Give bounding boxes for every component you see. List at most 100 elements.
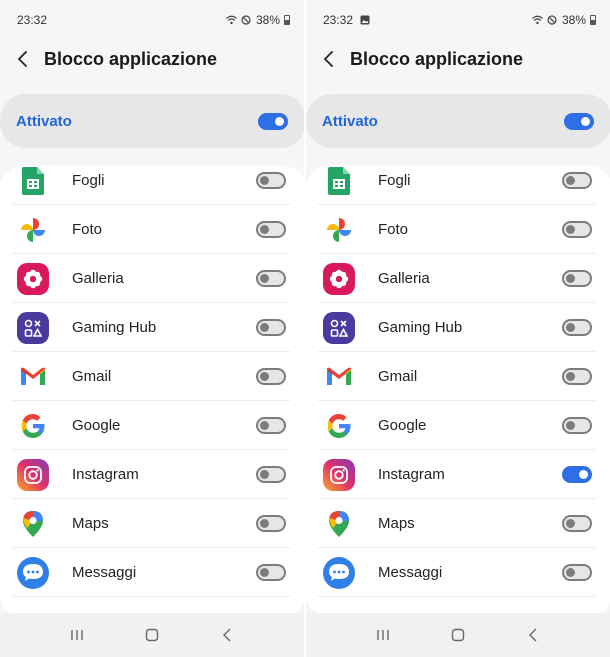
nav-back-icon bbox=[528, 628, 537, 642]
app-row-fogli[interactable]: Fogli bbox=[0, 166, 304, 205]
toggle-google[interactable] bbox=[256, 417, 286, 434]
app-row-foto[interactable]: Foto bbox=[306, 205, 610, 254]
navigation-bar bbox=[306, 613, 610, 657]
gaming-hub-icon bbox=[17, 311, 49, 344]
app-name: Fogli bbox=[378, 172, 411, 189]
toggle-foto[interactable] bbox=[256, 221, 286, 238]
toggle-maps[interactable] bbox=[256, 515, 286, 532]
toggle-galleria[interactable] bbox=[562, 270, 592, 287]
back-button[interactable] bbox=[5, 41, 41, 77]
app-row-google[interactable]: Google bbox=[306, 401, 610, 450]
app-row-gaming-hub[interactable]: Gaming Hub bbox=[306, 303, 610, 352]
master-switch-label: Attivato bbox=[322, 112, 378, 130]
status-time: 23:32 bbox=[323, 13, 354, 27]
nav-back-button[interactable] bbox=[209, 620, 245, 650]
app-name: Gmail bbox=[378, 368, 418, 385]
gmail-icon bbox=[323, 361, 355, 393]
app-name: Foto bbox=[72, 221, 103, 238]
app-name: Fogli bbox=[72, 172, 105, 189]
toggle-gmail[interactable] bbox=[256, 368, 286, 385]
app-name: Gaming Hub bbox=[72, 319, 157, 336]
master-switch-label: Attivato bbox=[16, 112, 72, 130]
status-bar: 23:32 38% bbox=[306, 0, 610, 40]
app-row-gmail[interactable]: Gmail bbox=[0, 352, 304, 401]
app-row-google[interactable]: Google bbox=[0, 401, 304, 450]
toggle-google[interactable] bbox=[562, 417, 592, 434]
status-bar: 23:32 38% bbox=[0, 0, 304, 40]
page-title: Blocco applicazione bbox=[44, 48, 218, 69]
toggle-foto[interactable] bbox=[562, 221, 592, 238]
app-name: Maps bbox=[72, 515, 109, 532]
instagram-icon bbox=[323, 458, 355, 491]
gmail-icon bbox=[17, 361, 49, 393]
app-row-messaggi[interactable]: Messaggi bbox=[0, 548, 304, 597]
do-not-disturb-icon bbox=[547, 15, 558, 26]
image-notification-icon bbox=[359, 15, 370, 26]
app-row-maps[interactable]: Maps bbox=[306, 499, 610, 548]
battery-percent: 38% bbox=[561, 13, 586, 27]
status-time: 23:32 bbox=[17, 13, 48, 27]
photos-icon bbox=[17, 214, 49, 246]
app-name: Instagram bbox=[378, 466, 445, 483]
toggle-messaggi[interactable] bbox=[256, 564, 286, 581]
photos-icon bbox=[323, 214, 355, 246]
app-name: Instagram bbox=[72, 466, 139, 483]
recents-icon bbox=[71, 630, 84, 640]
toggle-fogli[interactable] bbox=[256, 172, 286, 189]
battery-icon bbox=[590, 15, 596, 25]
toggle-messaggi[interactable] bbox=[562, 564, 592, 581]
app-row-instagram[interactable]: Instagram bbox=[0, 450, 304, 499]
messages-icon bbox=[17, 556, 49, 589]
sheets-icon bbox=[323, 166, 355, 197]
nav-back-icon bbox=[222, 628, 231, 642]
app-row-maps[interactable]: Maps bbox=[0, 499, 304, 548]
app-name: Messaggi bbox=[72, 564, 137, 581]
toggle-galleria[interactable] bbox=[256, 270, 286, 287]
toggle-maps[interactable] bbox=[562, 515, 592, 532]
page-title: Blocco applicazione bbox=[350, 48, 524, 69]
app-row-fogli[interactable]: Fogli bbox=[306, 166, 610, 205]
recents-button[interactable] bbox=[59, 620, 95, 650]
toggle-instagram[interactable] bbox=[562, 466, 592, 483]
app-row-galleria[interactable]: Galleria bbox=[306, 254, 610, 303]
app-bar: Blocco applicazione bbox=[0, 40, 304, 78]
master-switch-row[interactable]: Attivato bbox=[306, 94, 610, 148]
master-switch-toggle[interactable] bbox=[564, 112, 594, 130]
app-row-foto[interactable]: Foto bbox=[0, 205, 304, 254]
toggle-instagram[interactable] bbox=[256, 466, 286, 483]
wifi-icon bbox=[226, 15, 237, 26]
home-button[interactable] bbox=[134, 620, 170, 650]
app-name: Google bbox=[378, 417, 427, 434]
navigation-bar bbox=[0, 613, 304, 657]
toggle-gmail[interactable] bbox=[562, 368, 592, 385]
app-row-instagram[interactable]: Instagram bbox=[306, 450, 610, 499]
sheets-icon bbox=[17, 166, 49, 197]
app-name: Gaming Hub bbox=[378, 319, 463, 336]
back-button[interactable] bbox=[311, 41, 347, 77]
recents-icon bbox=[377, 630, 390, 640]
nav-back-button[interactable] bbox=[515, 620, 551, 650]
app-name: Galleria bbox=[378, 270, 430, 287]
app-row-gmail[interactable]: Gmail bbox=[306, 352, 610, 401]
master-switch-toggle[interactable] bbox=[258, 112, 288, 130]
app-bar: Blocco applicazione bbox=[306, 40, 610, 78]
wifi-icon bbox=[532, 15, 543, 26]
master-switch-row[interactable]: Attivato bbox=[0, 94, 304, 148]
toggle-gaming-hub[interactable] bbox=[562, 319, 592, 336]
gaming-hub-icon bbox=[323, 311, 355, 344]
app-row-gaming-hub[interactable]: Gaming Hub bbox=[0, 303, 304, 352]
app-list: Fogli Foto Galleria Gaming Hub Gmail Goo… bbox=[306, 166, 610, 616]
app-row-galleria[interactable]: Galleria bbox=[0, 254, 304, 303]
google-icon bbox=[323, 410, 355, 442]
toggle-fogli[interactable] bbox=[562, 172, 592, 189]
toggle-gaming-hub[interactable] bbox=[256, 319, 286, 336]
app-name: Galleria bbox=[72, 270, 124, 287]
google-icon bbox=[17, 410, 49, 442]
app-row-messaggi[interactable]: Messaggi bbox=[306, 548, 610, 597]
recents-button[interactable] bbox=[365, 620, 401, 650]
back-arrow-icon bbox=[324, 51, 333, 67]
app-name: Foto bbox=[378, 221, 409, 238]
screen-right: 23:32 38% Blocco applicazione Attivato F… bbox=[306, 0, 610, 657]
app-name: Messaggi bbox=[378, 564, 443, 581]
home-button[interactable] bbox=[440, 620, 476, 650]
